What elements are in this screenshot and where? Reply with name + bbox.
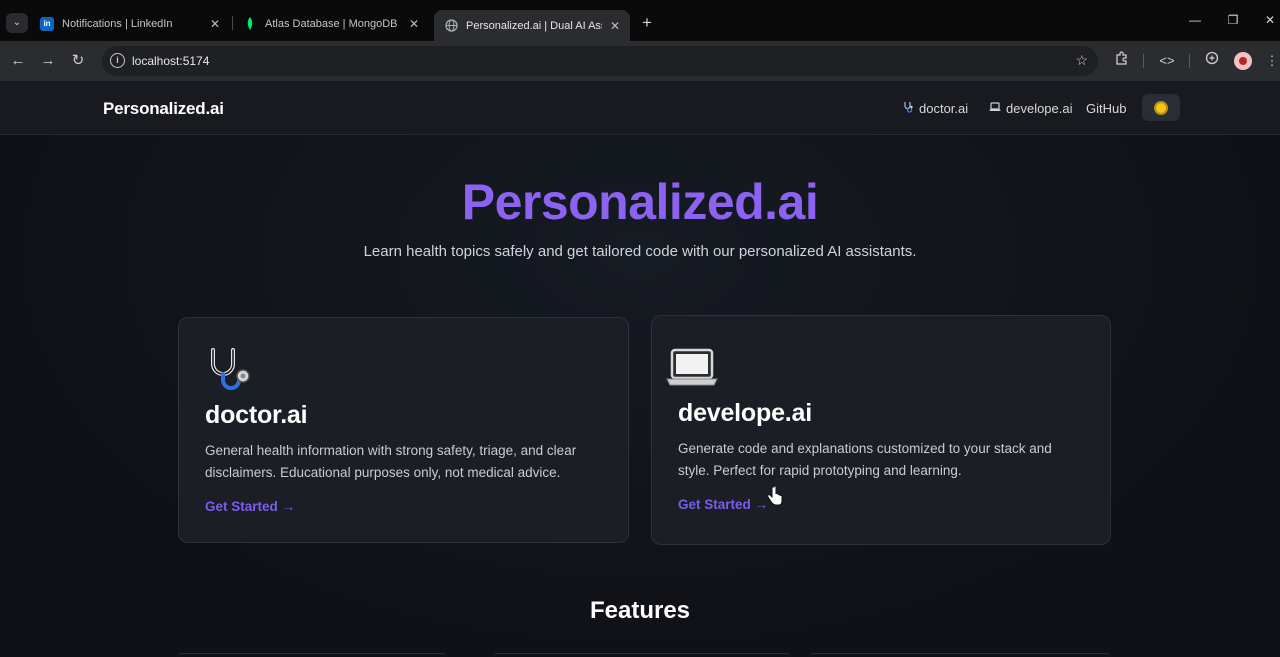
browser-toolbar: ← → ↻ i localhost:5174 ☆ <> ⋮ [0,41,1280,81]
new-tab-button[interactable]: + [638,13,656,33]
code-icon[interactable]: <> [1157,51,1177,71]
linkedin-icon: in [40,16,54,31]
get-started-link[interactable]: Get Started → [205,499,295,514]
theme-toggle-button[interactable] [1142,94,1180,121]
features-heading: Features [589,597,691,624]
hero-title: Personalized.ai [461,174,819,230]
browser-tab-bar: ⌄ in Notifications | LinkedIn ✕ Atlas Da… [0,0,1280,41]
nav-link-doctor-ai[interactable]: doctor.ai [902,101,968,116]
tab-title: Personalized.ai | Dual AI Assista [466,19,602,32]
bookmark-star-icon[interactable]: ☆ [1075,52,1088,69]
tab-title: Atlas Database | MongoDB [265,17,398,30]
site-navbar: Personalized.ai doctor.ai develope.ai Gi… [0,81,1280,135]
card-doctor-ai[interactable]: doctor.ai General health information wit… [178,317,629,543]
stethoscope-icon [902,101,914,116]
card-title: doctor.ai [205,401,308,429]
hero-subtitle: Learn health topics safely and get tailo… [363,243,917,260]
tab-title: Notifications | LinkedIn [62,17,173,30]
get-started-link[interactable]: Get Started → [678,497,768,512]
close-icon[interactable]: ✕ [210,17,220,31]
url-text[interactable]: localhost:5174 [132,54,209,68]
tab-linkedin[interactable]: in Notifications | LinkedIn ✕ [30,10,230,37]
tab-personalized-ai[interactable]: Personalized.ai | Dual AI Assista ✕ [434,10,630,41]
mouse-pointer-icon [767,485,783,506]
tab-mongodb[interactable]: Atlas Database | MongoDB ✕ [233,10,429,37]
toolbar-separator [1189,54,1190,68]
profile-avatar[interactable] [1234,52,1252,70]
card-description: Generate code and explanations customize… [678,441,1052,478]
nav-link-github[interactable]: GitHub [1086,101,1126,116]
feature-card-edge [810,653,1110,657]
laptop-icon [989,102,1001,115]
address-bar[interactable]: i localhost:5174 ☆ [102,46,1098,76]
card-develope-ai[interactable]: develope.ai Generate code and explanatio… [651,315,1111,545]
close-icon[interactable]: ✕ [409,17,419,31]
close-icon[interactable]: ✕ [610,19,620,33]
nav-link-label: GitHub [1086,101,1127,116]
globe-icon [444,19,458,33]
copilot-icon[interactable] [1202,51,1222,71]
tab-search-chevron-icon[interactable]: ⌄ [6,13,28,33]
extensions-icon[interactable] [1112,51,1132,71]
site-info-icon[interactable]: i [110,53,125,68]
card-description: General health information with strong s… [205,443,577,480]
menu-kebab-icon[interactable]: ⋮ [1262,51,1280,71]
sun-icon [1156,102,1166,113]
mongodb-leaf-icon [243,17,257,31]
restore-icon[interactable]: ❐ [1223,13,1243,27]
nav-link-label: develope.ai [1006,101,1073,116]
card-title: develope.ai [678,399,812,427]
page-viewport: Personalized.ai doctor.ai develope.ai Gi… [0,81,1280,657]
toolbar-separator [1143,54,1144,68]
laptop-icon [666,348,718,396]
reload-icon[interactable]: ↻ [68,51,88,71]
stethoscope-icon [205,346,257,394]
feature-card-edge [494,653,790,657]
back-icon[interactable]: ← [8,51,28,71]
minimize-icon[interactable]: — [1185,13,1205,27]
nav-link-label: doctor.ai [919,101,969,116]
forward-icon[interactable]: → [38,51,58,71]
feature-card-edge [178,653,446,657]
brand-logo[interactable]: Personalized.ai [103,99,224,119]
nav-link-develope-ai[interactable]: develope.ai [989,101,1073,116]
window-close-icon[interactable]: ✕ [1260,13,1280,27]
